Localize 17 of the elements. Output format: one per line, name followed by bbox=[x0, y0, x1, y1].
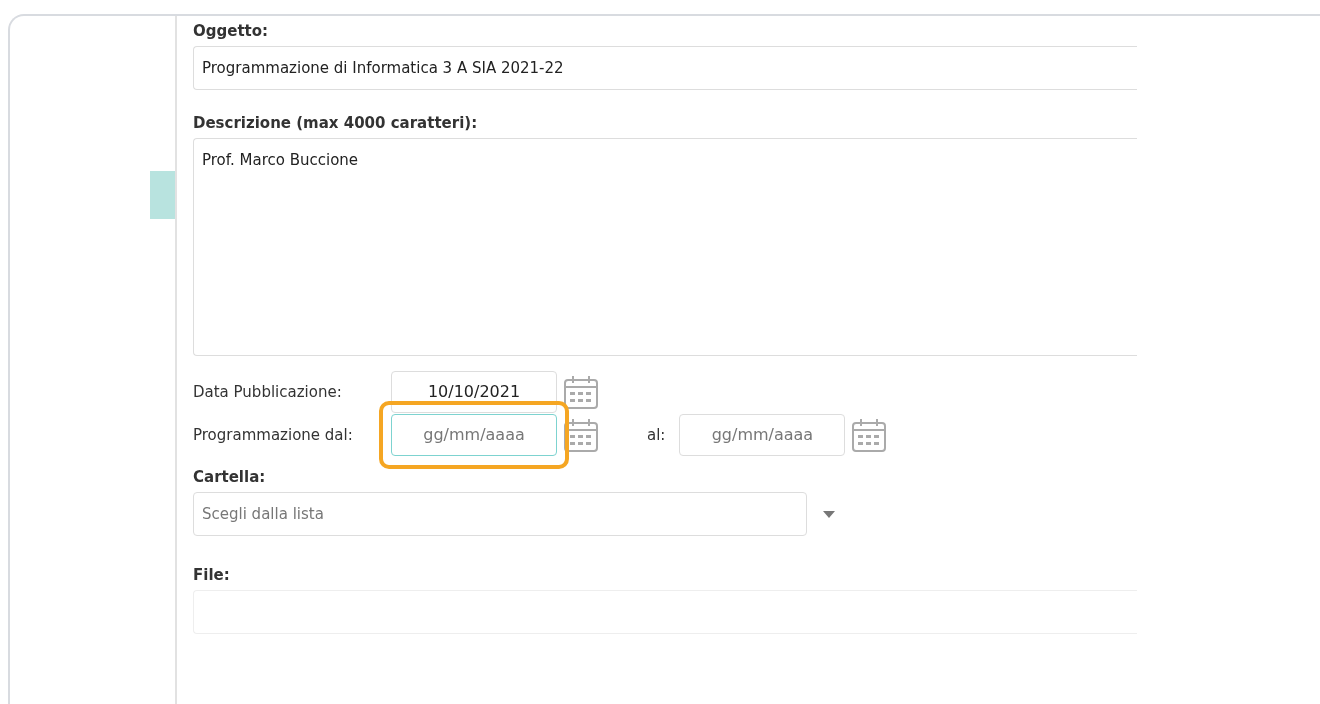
field-label: al: bbox=[647, 425, 666, 444]
calendar-icon[interactable] bbox=[851, 416, 888, 453]
field-label: Oggetto: bbox=[193, 22, 270, 40]
date-field[interactable]: 10/10/2021 bbox=[391, 370, 557, 413]
field-label: File: bbox=[193, 566, 231, 584]
folder-dropdown[interactable]: Scegli dalla lista bbox=[193, 492, 807, 536]
field-label: Programmazione dal: bbox=[193, 425, 354, 444]
description-field[interactable]: Prof. Marco Buccione bbox=[193, 138, 1137, 356]
subject-field[interactable]: Programmazione di Informatica 3 A SIA 2021-22 bbox=[193, 46, 1137, 90]
field-label: Cartella: bbox=[193, 468, 267, 486]
calendar-icon[interactable] bbox=[563, 373, 599, 410]
field-label: Descrizione (max 4000 caratteri): bbox=[193, 114, 479, 132]
date-field[interactable]: gg/mm/aaaa bbox=[679, 413, 846, 456]
field-label: Data Pubblicazione: bbox=[193, 382, 343, 401]
date-field[interactable]: gg/mm/aaaa bbox=[391, 413, 557, 456]
caret-icon[interactable] bbox=[823, 510, 835, 518]
calendar-icon[interactable] bbox=[563, 416, 599, 453]
